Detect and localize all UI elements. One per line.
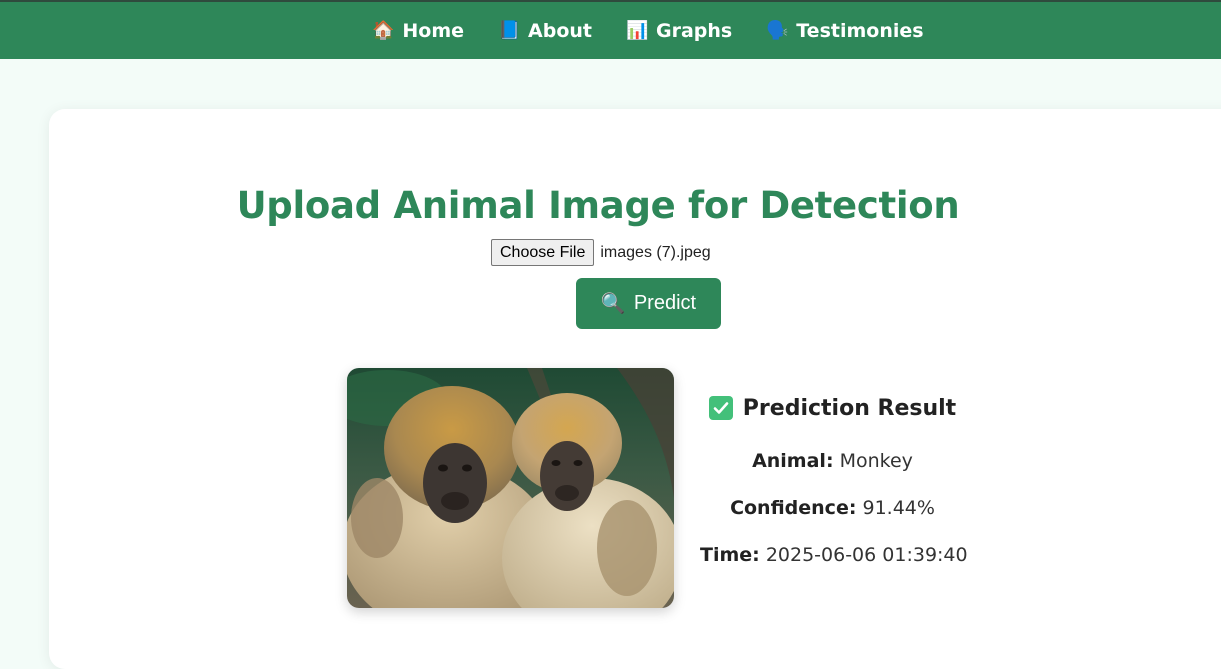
confidence-value: 91.44%: [862, 497, 935, 519]
top-navbar: 🏠 Home 📘 About 📊 Graphs 🗣️ Testimonies: [0, 0, 1221, 59]
speaking-head-icon: 🗣️: [766, 20, 789, 41]
bar-chart-icon: 📊: [626, 20, 649, 41]
nav-about-label: About: [528, 19, 593, 42]
check-mark-icon: [708, 396, 733, 420]
nav-home-link[interactable]: 🏠 Home: [372, 20, 464, 42]
animal-label: Animal:: [752, 450, 834, 472]
nav-graphs-label: Graphs: [656, 19, 733, 42]
selected-file-name: images (7).jpeg: [600, 243, 711, 261]
nav-testimonies-label: Testimonies: [796, 19, 924, 42]
nav-testimonies-link[interactable]: 🗣️ Testimonies: [766, 20, 923, 42]
time-label: Time:: [700, 544, 760, 566]
predict-label: Predict: [633, 292, 697, 314]
page-title: Upload Animal Image for Detection: [236, 184, 960, 227]
animal-value: Monkey: [839, 450, 913, 472]
animal-result: Animal: Monkey: [700, 450, 965, 475]
result-heading: Prediction Result: [700, 392, 965, 424]
predict-button[interactable]: 🔍 Predict: [576, 278, 721, 329]
confidence-label: Confidence:: [730, 497, 857, 519]
nav-graphs-link[interactable]: 📊 Graphs: [626, 20, 732, 42]
time-value: 2025-06-06 01:39:40: [765, 544, 968, 566]
nav-home-label: Home: [402, 19, 465, 42]
choose-file-button[interactable]: Choose File: [491, 239, 595, 266]
file-input: Choose File images (7).jpeg: [491, 239, 711, 266]
confidence-result: Confidence: 91.44%: [700, 497, 965, 522]
nav-about-link[interactable]: 📘 About: [498, 20, 592, 42]
uploaded-animal-image: [347, 368, 674, 608]
magnifier-icon: 🔍: [600, 293, 626, 315]
time-result: Time: 2025-06-06 01:39:40: [700, 544, 968, 569]
home-icon: 🏠: [372, 20, 395, 41]
result-heading-text: Prediction Result: [742, 395, 957, 421]
book-icon: 📘: [498, 20, 521, 41]
prediction-result-panel: Prediction Result Animal: Monkey Confide…: [700, 392, 968, 591]
